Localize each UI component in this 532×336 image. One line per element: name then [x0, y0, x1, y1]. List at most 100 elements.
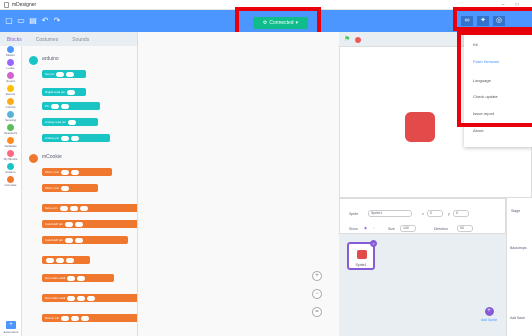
save-icon[interactable]: ▤: [28, 16, 38, 26]
block-slot[interactable]: [74, 237, 83, 243]
block-slot[interactable]: [66, 71, 75, 77]
block-slot[interactable]: [60, 169, 69, 175]
redo-icon[interactable]: ↷: [52, 16, 62, 26]
tab-blocks[interactable]: Blocks: [0, 34, 29, 46]
block-text: Pin: [45, 104, 50, 108]
eye-visible-icon[interactable]: ◉: [364, 226, 367, 230]
category-events[interactable]: Events: [0, 85, 21, 98]
block-slot[interactable]: [70, 169, 79, 175]
eye-hidden-icon[interactable]: ◌: [373, 226, 375, 230]
block-slot[interactable]: [71, 135, 80, 141]
size-field[interactable]: 100: [400, 225, 416, 232]
y-label: y: [448, 212, 450, 216]
category-my-blocks[interactable]: My Blocks: [0, 150, 21, 163]
add-backdrop-label[interactable]: Add Back: [510, 316, 525, 320]
block-slot[interactable]: [81, 315, 90, 321]
x-field[interactable]: 0: [427, 210, 443, 217]
zoom-reset-icon[interactable]: =: [312, 307, 322, 317]
category-label: mCookie: [4, 183, 17, 187]
block-text: Buzzer pin: [45, 316, 60, 320]
block-text: Set pin: [45, 72, 55, 76]
block-slot[interactable]: [67, 295, 76, 301]
zoom-in-icon[interactable]: +: [312, 271, 322, 281]
sprite-thumb-name: Sprite1: [355, 263, 367, 267]
block-slot[interactable]: [71, 315, 80, 321]
stage-selector[interactable]: Stage Backdrops Add Back: [506, 198, 532, 336]
block-slot[interactable]: [66, 257, 74, 263]
block-slot[interactable]: [64, 221, 73, 227]
sprite-delete-icon[interactable]: ×: [370, 240, 377, 247]
block-dot-matrix-pixel[interactable]: Dot matrix addr: [42, 294, 140, 302]
block-text: Analog read pin: [45, 120, 67, 124]
block-slot[interactable]: [67, 119, 76, 125]
block-slot[interactable]: [51, 103, 60, 109]
section-dot: [29, 56, 38, 65]
category-arduino[interactable]: arduino: [0, 163, 21, 176]
block-slot[interactable]: [60, 185, 69, 191]
block-slot[interactable]: [64, 237, 73, 243]
block-servo-pin[interactable]: Servo pin: [42, 204, 140, 212]
block-colorled-pin[interactable]: ColorLED pin: [42, 220, 138, 228]
size-label: Size: [388, 227, 395, 231]
y-field[interactable]: 0: [453, 210, 469, 217]
category-sensing[interactable]: Sensing: [0, 111, 21, 124]
tab-sounds[interactable]: Sounds: [65, 34, 96, 46]
block-slot[interactable]: [61, 135, 70, 141]
block-slot[interactable]: [56, 257, 64, 263]
block-slot[interactable]: [56, 71, 65, 77]
connect-button[interactable]: ⚙ Connected ▾: [253, 17, 308, 29]
category-looks[interactable]: Looks: [0, 59, 21, 72]
block-analog-read[interactable]: Analog read pin: [42, 118, 98, 126]
block-colorled-pin-color[interactable]: ColorLED pin: [42, 236, 128, 244]
block-slot[interactable]: [67, 275, 76, 281]
block-pin[interactable]: Pin: [42, 102, 100, 110]
sprite-name-field[interactable]: Sprite1: [368, 210, 412, 217]
category-mcookie[interactable]: mCookie: [0, 176, 21, 189]
open-folder-icon[interactable]: ▭: [16, 16, 26, 26]
add-sprite-button[interactable]: + Add Sprite: [480, 307, 498, 322]
block-slot[interactable]: [46, 257, 54, 263]
tab-costumes[interactable]: Costumes: [29, 34, 66, 46]
block-slot[interactable]: [77, 295, 86, 301]
menu-item-about[interactable]: About: [473, 128, 483, 133]
sprite-robot-icon: [357, 250, 367, 259]
block-slot[interactable]: [74, 221, 83, 227]
category-operators[interactable]: Operators: [0, 124, 21, 137]
block-text: Motor pins: [45, 170, 60, 174]
category-control[interactable]: Control: [0, 98, 21, 111]
green-flag-icon[interactable]: ⚑: [344, 36, 350, 43]
block-slot[interactable]: [59, 205, 68, 211]
block-buzzer-pin[interactable]: Buzzer pin: [42, 314, 140, 322]
block-slot[interactable]: [77, 275, 86, 281]
direction-field[interactable]: 90: [457, 225, 473, 232]
block-slot[interactable]: [66, 89, 75, 95]
backdrops-label: Backdrops: [510, 246, 527, 250]
block-analog-pin[interactable]: Analog pin: [42, 134, 110, 142]
add-sprite-label: Add Sprite: [480, 318, 498, 322]
block-digital-read[interactable]: Digital read pin: [42, 88, 86, 96]
stop-icon[interactable]: [355, 37, 361, 43]
block-motor-pins-speed[interactable]: Motor pins: [42, 168, 112, 176]
show-label: Show: [349, 227, 358, 231]
extensions-button[interactable]: + Extensions: [2, 321, 20, 334]
script-area[interactable]: [137, 32, 339, 336]
category-sound[interactable]: Sound: [0, 72, 21, 85]
direction-label: Direction: [434, 227, 448, 231]
block-slot[interactable]: [69, 205, 78, 211]
block-motor-pins-brake[interactable]: Motor pins: [42, 184, 98, 192]
sprite-robot-icon[interactable]: [405, 112, 435, 142]
block-slot[interactable]: [61, 315, 70, 321]
category-dot: [7, 46, 14, 53]
block-dot-matrix-color[interactable]: Dot matrix addr: [42, 274, 114, 282]
category-motion[interactable]: Motion: [0, 46, 21, 59]
new-project-icon[interactable]: ▢: [4, 16, 14, 26]
block-rgb[interactable]: [42, 256, 90, 264]
undo-icon[interactable]: ↶: [40, 16, 50, 26]
category-variables[interactable]: Variables: [0, 137, 21, 150]
window-title: mDesigner: [12, 1, 37, 8]
block-set-pin[interactable]: Set pin: [42, 70, 86, 78]
zoom-out-icon[interactable]: −: [312, 289, 322, 299]
block-slot[interactable]: [79, 205, 88, 211]
block-slot[interactable]: [87, 295, 96, 301]
block-slot[interactable]: [61, 103, 70, 109]
